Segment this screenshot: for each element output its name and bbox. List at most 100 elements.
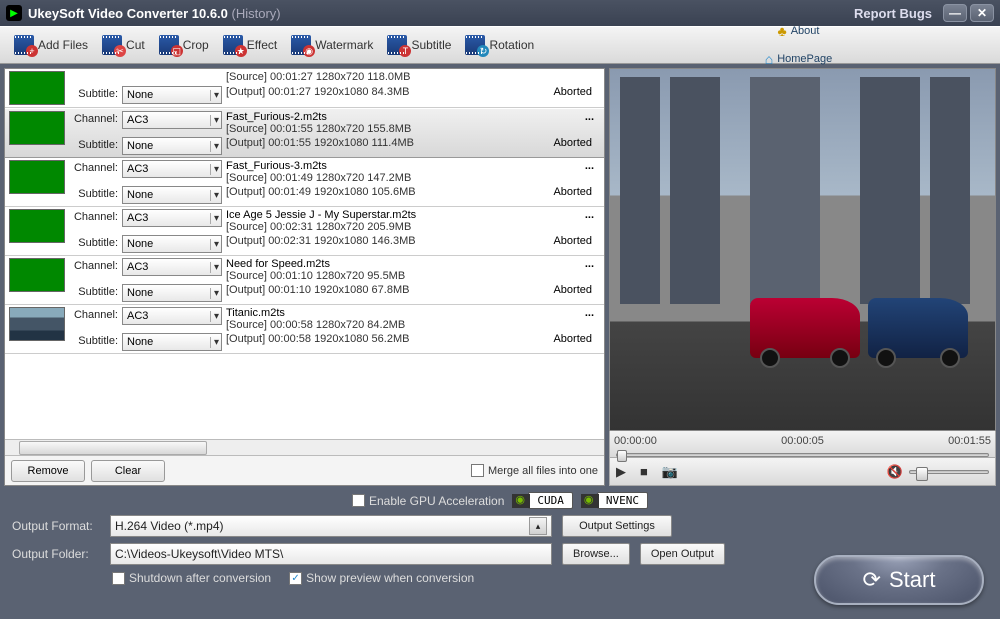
channel-select[interactable]: AC3▾: [122, 209, 222, 227]
file-title: Titanic.m2ts: [226, 307, 540, 319]
file-title: Ice Age 5 Jessie J - My Superstar.m2ts: [226, 209, 540, 221]
output-format-label: Output Format:: [12, 519, 100, 533]
output-info: [Output] 00:00:58 1920x1080 56.2MB: [226, 333, 540, 351]
browse-button[interactable]: Browse...: [562, 543, 630, 565]
channel-select[interactable]: AC3▾: [122, 160, 222, 178]
channel-select[interactable]: AC3▾: [122, 307, 222, 325]
volume-slider[interactable]: [909, 470, 989, 474]
h-scrollbar[interactable]: [5, 439, 604, 455]
source-info: [Source] 00:01:49 1280x720 147.2MB: [226, 172, 540, 184]
seek-slider[interactable]: [610, 449, 995, 457]
subtitle-select[interactable]: None▾: [122, 284, 222, 302]
file-row[interactable]: Channel: AC3▾Fast_Furious-3.m2ts[Source]…: [5, 158, 604, 207]
app-logo-icon: ▶: [6, 5, 22, 21]
channel-select[interactable]: AC3▾: [122, 111, 222, 129]
output-info: [Output] 00:01:55 1920x1080 111.4MB: [226, 137, 540, 155]
file-row[interactable]: Channel: AC3▾ Need for Speed.m2ts[Source]…: [5, 256, 604, 305]
subtitle-select[interactable]: None▾: [122, 235, 222, 253]
about-link[interactable]: ♣About: [778, 23, 820, 39]
crop-button[interactable]: ◱Crop: [153, 33, 215, 57]
chevron-down-icon: ▾: [210, 213, 219, 224]
file-thumbnail: [9, 258, 65, 292]
minimize-button[interactable]: —: [943, 4, 967, 22]
start-button[interactable]: ⟳ Start: [814, 555, 984, 605]
add-files-button[interactable]: +Add Files: [8, 33, 94, 57]
file-menu-button[interactable]: ...: [544, 160, 594, 184]
close-button[interactable]: ✕: [970, 4, 994, 22]
channel-label: Channel:: [73, 160, 118, 184]
preview-checkbox[interactable]: ✓Show preview when conversion: [289, 571, 474, 585]
source-info: [Source] 00:00:58 1280x720 84.2MB: [226, 319, 540, 331]
open-output-button[interactable]: Open Output: [640, 543, 725, 565]
channel-label: Channel:: [73, 111, 118, 135]
subtitle-label: Subtitle:: [73, 186, 118, 204]
source-info: [Source] 00:01:27 1280x720 118.0MB: [226, 71, 540, 83]
clear-button[interactable]: Clear: [91, 460, 165, 482]
file-row[interactable]: Channel: AC3▾Titanic.m2ts[Source] 00:00:…: [5, 305, 604, 354]
file-list-panel: [Source] 00:01:27 1280x720 118.0MB Subtit…: [4, 68, 605, 486]
chevron-down-icon: ▾: [210, 164, 219, 175]
preview-pane[interactable]: [609, 68, 996, 431]
output-settings-button[interactable]: Output Settings: [562, 515, 672, 537]
file-title: Need for Speed.m2ts: [226, 258, 540, 270]
nvidia-icon: [581, 494, 599, 508]
mute-button[interactable]: 🔇: [887, 464, 903, 480]
channel-label: Channel:: [73, 258, 118, 282]
chevron-down-icon: ▾: [210, 115, 219, 126]
watermark-button[interactable]: ◉Watermark: [285, 33, 379, 57]
file-menu-button[interactable]: ...: [544, 111, 594, 135]
output-info: [Output] 00:01:49 1920x1080 105.6MB: [226, 186, 540, 204]
chevron-down-icon: ▾: [210, 288, 219, 299]
source-info: [Source] 00:01:55 1280x720 155.8MB: [226, 123, 540, 135]
file-status: Aborted: [544, 86, 594, 105]
merge-checkbox[interactable]: Merge all files into one: [471, 464, 598, 477]
file-row[interactable]: Channel: AC3▾Fast_Furious-2.m2ts[Source]…: [5, 108, 604, 158]
shutdown-checkbox[interactable]: Shutdown after conversion: [112, 571, 271, 585]
subtitle-select[interactable]: None▾: [122, 137, 222, 155]
file-row[interactable]: Channel: AC3▾ Ice Age 5 Jessie J - My Sup…: [5, 207, 604, 256]
report-bugs-link[interactable]: Report Bugs: [854, 6, 932, 21]
file-menu-button[interactable]: [544, 71, 594, 84]
file-thumbnail: [9, 71, 65, 105]
output-info: [Output] 00:01:10 1920x1080 67.8MB: [226, 284, 540, 302]
output-info: [Output] 00:01:27 1920x1080 84.3MB: [226, 86, 540, 105]
subtitle-button[interactable]: TSubtitle: [381, 33, 457, 57]
file-thumbnail: [9, 307, 65, 341]
output-info: [Output] 00:02:31 1920x1080 146.3MB: [226, 235, 540, 253]
channel-select[interactable]: AC3▾: [122, 258, 222, 276]
nvidia-icon: [512, 494, 530, 508]
output-folder-field[interactable]: C:\Videos-Ukeysoft\Video MTS\: [110, 543, 552, 565]
snapshot-button[interactable]: 📷: [662, 464, 678, 480]
channel-label: Channel:: [73, 209, 118, 233]
file-menu-button[interactable]: ...: [544, 258, 594, 282]
source-info: [Source] 00:01:10 1280x720 95.5MB: [226, 270, 540, 282]
gpu-checkbox[interactable]: Enable GPU Acceleration: [352, 494, 504, 508]
file-status: Aborted: [544, 333, 594, 351]
history-link[interactable]: (History): [232, 6, 281, 21]
time-end: 00:01:55: [948, 435, 991, 447]
cuda-badge: CUDA: [528, 492, 573, 509]
file-thumbnail: [9, 111, 65, 145]
file-menu-button[interactable]: ...: [544, 307, 594, 331]
source-info: [Source] 00:02:31 1280x720 205.9MB: [226, 221, 540, 233]
chevron-down-icon: ▾: [210, 311, 219, 322]
cut-button[interactable]: ✂Cut: [96, 33, 151, 57]
effect-button[interactable]: ★Effect: [217, 33, 283, 57]
file-menu-button[interactable]: ...: [544, 209, 594, 233]
remove-button[interactable]: Remove: [11, 460, 85, 482]
file-thumbnail: [9, 160, 65, 194]
chevron-down-icon: ▾: [210, 262, 219, 273]
subtitle-select[interactable]: None▾: [122, 333, 222, 351]
play-button[interactable]: ▶: [616, 464, 626, 480]
rotation-button[interactable]: ↻Rotation: [459, 33, 540, 57]
subtitle-select[interactable]: None▾: [122, 186, 222, 204]
file-status: Aborted: [544, 284, 594, 302]
refresh-icon: ⟳: [863, 567, 881, 593]
subtitle-select[interactable]: None▾: [122, 86, 222, 104]
chevron-down-icon: ▾: [210, 239, 219, 250]
homepage-link[interactable]: ⌂HomePage: [765, 51, 833, 67]
stop-button[interactable]: ■: [640, 464, 648, 479]
medal-icon: ♣: [778, 23, 787, 39]
output-format-dropdown[interactable]: H.264 Video (*.mp4)▴: [110, 515, 552, 537]
file-row[interactable]: [Source] 00:01:27 1280x720 118.0MBSubtit…: [5, 69, 604, 108]
